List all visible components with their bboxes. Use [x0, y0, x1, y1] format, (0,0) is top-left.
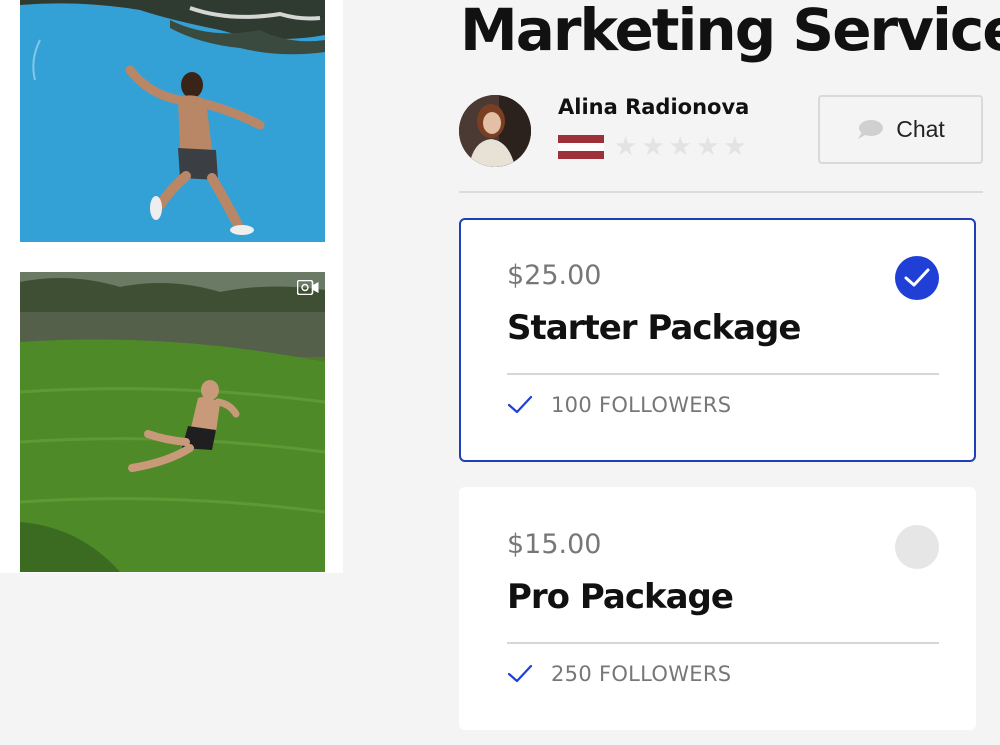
package-feature-text: 100 FOLLOWERS: [551, 393, 732, 417]
package-feature: 250 FOLLOWERS: [507, 662, 731, 686]
package-price: $25.00: [507, 260, 602, 291]
chat-bubble-icon: [858, 119, 884, 139]
package-name: Starter Package: [507, 308, 801, 348]
service-title: Marketing Service: [460, 0, 1000, 64]
star-icon: ★: [723, 132, 747, 162]
package-price: $15.00: [507, 529, 602, 560]
checkmark-icon: [904, 268, 930, 287]
package-divider: [507, 373, 939, 375]
seller-avatar[interactable]: [459, 95, 531, 167]
star-icon: ★: [641, 132, 665, 162]
page: Marketing Service Alina Radionova ★ ★ ★ …: [0, 0, 1000, 745]
country-flag-icon: [558, 135, 604, 159]
package-unselected-radio[interactable]: [895, 525, 939, 569]
chat-button-label: Chat: [896, 116, 945, 142]
flag-band-top: [558, 135, 604, 143]
seller-name[interactable]: Alina Radionova: [558, 95, 749, 119]
flag-band-bottom: [558, 150, 604, 159]
gallery-video-field-jump[interactable]: [20, 272, 325, 572]
gallery-image-cliff-jump[interactable]: [20, 0, 325, 242]
seller-divider: [459, 191, 983, 193]
chat-button[interactable]: Chat: [818, 95, 983, 164]
package-name: Pro Package: [507, 577, 734, 617]
star-icon: ★: [695, 132, 720, 162]
package-card-pro[interactable]: $15.00 Pro Package 250 FOLLOWERS: [459, 487, 976, 730]
media-gallery: [0, 0, 343, 573]
package-feature-text: 250 FOLLOWERS: [551, 662, 732, 686]
package-feature: 100 FOLLOWERS: [507, 393, 731, 417]
package-selected-radio[interactable]: [895, 256, 939, 300]
package-card-starter[interactable]: $25.00 Starter Package 100 FOLLOWERS: [459, 218, 976, 462]
package-divider: [507, 642, 939, 644]
seller-rating: ★ ★ ★ ★ ★: [614, 133, 747, 161]
checkmark-icon: [507, 664, 533, 683]
star-icon: ★: [668, 132, 692, 162]
checkmark-icon: [507, 395, 533, 414]
video-camera-icon: [297, 280, 319, 295]
flag-band-middle: [558, 142, 604, 151]
star-icon: ★: [614, 132, 638, 162]
